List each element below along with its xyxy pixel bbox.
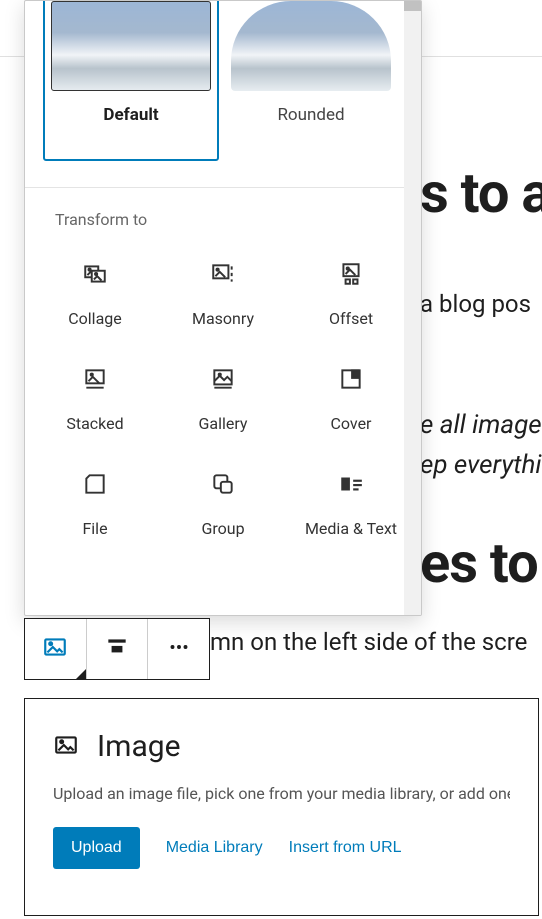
style-rounded-label: Rounded <box>231 105 391 125</box>
transform-gallery[interactable]: Gallery <box>163 362 283 437</box>
popover-scrollbar[interactable] <box>404 1 421 615</box>
masonry-icon <box>210 261 236 291</box>
image-icon <box>53 732 79 762</box>
bg-quote-1: e all image <box>420 410 542 440</box>
group-icon <box>210 471 236 501</box>
styles-section: Default Rounded <box>25 1 421 179</box>
stacked-icon <box>82 366 108 396</box>
style-default-thumb <box>51 1 211 91</box>
image-block-icon <box>42 634 68 664</box>
gallery-icon <box>210 366 236 396</box>
transform-grid: Collage Masonry Offset <box>25 235 421 558</box>
transform-media-text[interactable]: Media & Text <box>291 467 411 542</box>
bg-quote-2: ep everythi <box>420 450 542 480</box>
image-block-header: Image <box>53 729 510 764</box>
file-icon <box>82 471 108 501</box>
media-library-button[interactable]: Media Library <box>166 839 263 857</box>
transform-label: Masonry <box>192 309 254 328</box>
transform-label: Gallery <box>199 414 248 433</box>
toolbar-block-type-button[interactable] <box>25 619 87 679</box>
transform-stacked[interactable]: Stacked <box>35 362 155 437</box>
toolbar-align-button[interactable] <box>87 619 149 679</box>
transform-label: Stacked <box>66 414 123 433</box>
align-icon <box>104 634 130 664</box>
bg-heading-2: es to y <box>420 530 542 596</box>
upload-button[interactable]: Upload <box>53 827 140 869</box>
transform-cover[interactable]: Cover <box>291 362 411 437</box>
block-switcher-popover: Default Rounded Transform to Collage <box>24 0 422 616</box>
cover-icon <box>338 366 364 396</box>
bg-heading-1: s to a <box>420 160 542 226</box>
image-block-description: Upload an image file, pick one from your… <box>53 784 510 803</box>
style-rounded[interactable]: Rounded <box>231 1 391 153</box>
transform-title: Transform to <box>25 188 421 235</box>
collage-icon <box>82 261 108 291</box>
image-block-placeholder: Image Upload an image file, pick one fro… <box>24 698 539 916</box>
bg-paragraph-2: mn on the left side of the scre <box>210 628 542 656</box>
transform-offset[interactable]: Offset <box>291 257 411 332</box>
transform-collage[interactable]: Collage <box>35 257 155 332</box>
transform-group[interactable]: Group <box>163 467 283 542</box>
style-default[interactable]: Default <box>43 0 219 161</box>
more-icon <box>166 634 192 664</box>
transform-label: Offset <box>329 309 373 328</box>
scroll-arrow-down[interactable] <box>404 1 421 11</box>
style-default-label: Default <box>51 105 211 125</box>
block-toolbar <box>24 618 210 680</box>
image-block-actions: Upload Media Library Insert from URL <box>53 827 510 869</box>
media-text-icon <box>338 471 364 501</box>
insert-from-url-button[interactable]: Insert from URL <box>289 839 402 857</box>
transform-label: Group <box>201 519 244 538</box>
transform-label: Cover <box>331 414 372 433</box>
transform-label: Collage <box>68 309 122 328</box>
style-rounded-thumb <box>231 1 391 91</box>
image-block-title: Image <box>97 729 181 764</box>
transform-label: File <box>82 519 107 538</box>
offset-icon <box>338 261 364 291</box>
transform-file[interactable]: File <box>35 467 155 542</box>
toolbar-more-button[interactable] <box>148 619 209 679</box>
transform-masonry[interactable]: Masonry <box>163 257 283 332</box>
transform-label: Media & Text <box>305 519 397 538</box>
bg-paragraph-1: a blog pos <box>420 290 542 318</box>
